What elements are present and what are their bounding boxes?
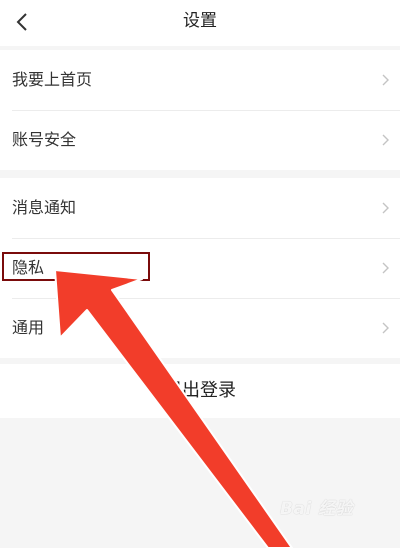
settings-group-1: 我要上首页 账号安全 (0, 50, 400, 170)
page-title: 设置 (183, 11, 217, 31)
watermark: Bai 经验 (280, 499, 354, 519)
settings-item-label: 消息通知 (12, 198, 77, 217)
top-nav-bar: 设置 (0, 0, 400, 46)
settings-item-general[interactable]: 通用 (0, 298, 400, 358)
settings-item-notifications[interactable]: 消息通知 (0, 178, 400, 238)
chevron-right-icon (382, 262, 389, 274)
settings-item-label: 隐私 (12, 258, 45, 277)
settings-item-label: 我要上首页 (12, 70, 93, 89)
settings-item-homepage[interactable]: 我要上首页 (0, 50, 400, 110)
settings-group-2: 消息通知 隐私 通用 (0, 178, 400, 358)
settings-item-label: 通用 (12, 318, 45, 337)
settings-item-label: 账号安全 (12, 130, 77, 149)
chevron-right-icon (382, 202, 389, 214)
chevron-right-icon (382, 74, 389, 86)
settings-item-privacy[interactable]: 隐私 (0, 238, 400, 298)
chevron-right-icon (382, 322, 389, 334)
chevron-right-icon (382, 134, 389, 146)
logout-button[interactable]: 退出登录 (0, 364, 400, 418)
settings-item-account-security[interactable]: 账号安全 (0, 110, 400, 170)
